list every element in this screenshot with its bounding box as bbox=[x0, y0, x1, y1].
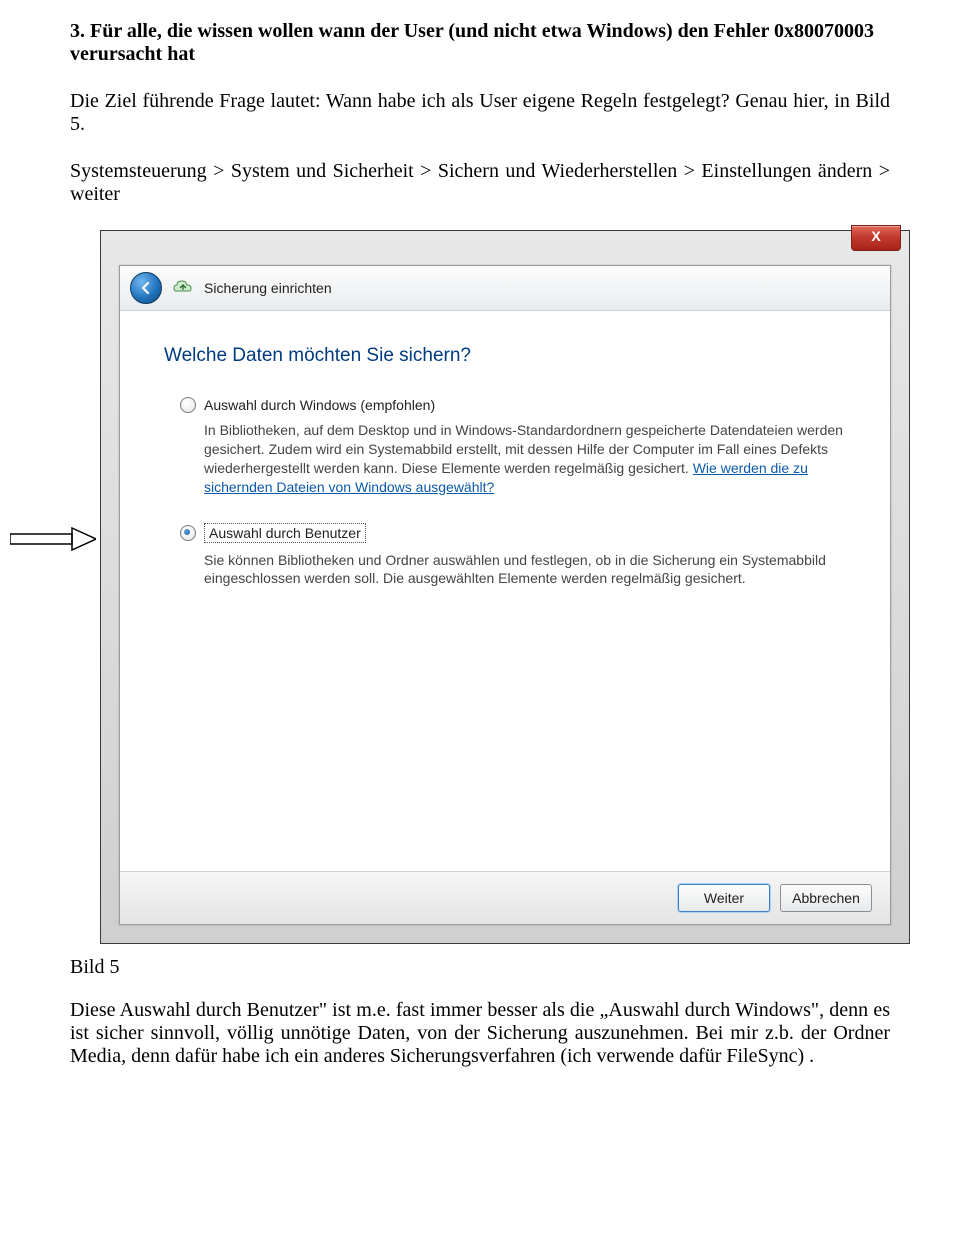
option-user[interactable]: Auswahl durch Benutzer Sie können Biblio… bbox=[180, 523, 846, 589]
cancel-button-label: Abbrechen bbox=[792, 890, 860, 906]
next-button-label: Weiter bbox=[704, 890, 744, 906]
option-user-label: Auswahl durch Benutzer bbox=[204, 523, 366, 543]
wizard-question: Welche Daten möchten Sie sichern? bbox=[164, 345, 846, 367]
screenshot-window: X Sicherung einrichten bbox=[100, 230, 910, 944]
callout-arrow-icon bbox=[10, 526, 96, 552]
paragraph-outro: Diese Auswahl durch Benutzer" ist m.e. f… bbox=[70, 999, 890, 1068]
figure-caption: Bild 5 bbox=[70, 956, 890, 979]
option-windows-label: Auswahl durch Windows (empfohlen) bbox=[204, 397, 435, 413]
back-button[interactable] bbox=[130, 272, 162, 304]
window-close-button[interactable]: X bbox=[851, 225, 901, 251]
section-heading: 3. Für alle, die wissen wollen wann der … bbox=[70, 20, 890, 66]
radio-icon bbox=[180, 397, 196, 413]
radio-icon bbox=[180, 525, 196, 541]
backup-icon bbox=[172, 277, 194, 299]
wizard-panel: Sicherung einrichten Welche Daten möchte… bbox=[119, 265, 891, 925]
option-windows[interactable]: Auswahl durch Windows (empfohlen) In Bib… bbox=[180, 397, 846, 497]
option-user-desc: Sie können Bibliotheken und Ordner auswä… bbox=[204, 551, 844, 589]
arrow-left-icon bbox=[139, 281, 153, 295]
wizard-header: Sicherung einrichten bbox=[120, 266, 890, 311]
wizard-footer: Weiter Abbrechen bbox=[120, 871, 890, 924]
paragraph-intro: Die Ziel führende Frage lautet: Wann hab… bbox=[70, 90, 890, 136]
paragraph-path: Systemsteuerung > System und Sicherheit … bbox=[70, 160, 890, 206]
wizard-title: Sicherung einrichten bbox=[204, 280, 332, 296]
option-windows-desc: In Bibliotheken, auf dem Desktop und in … bbox=[204, 421, 844, 497]
next-button[interactable]: Weiter bbox=[678, 884, 770, 912]
cancel-button[interactable]: Abbrechen bbox=[780, 884, 872, 912]
close-icon: X bbox=[871, 228, 880, 244]
